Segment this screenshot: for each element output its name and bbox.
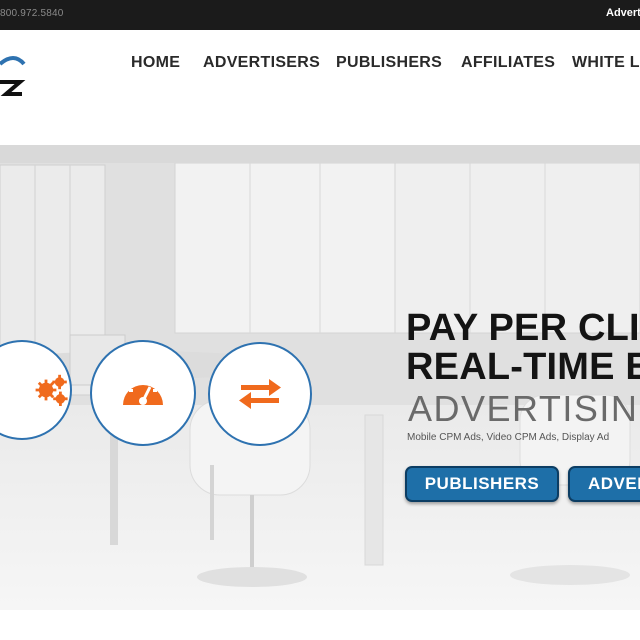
nav-item-white-label[interactable]: WHITE L	[572, 54, 640, 72]
hero-headline-line-1: PAY PER CLIC	[406, 307, 640, 349]
hero-headline-line-2: REAL-TIME E	[406, 346, 640, 388]
publishers-button[interactable]: PUBLISHERS	[405, 466, 559, 502]
phone-number[interactable]: 800.972.5840	[0, 8, 64, 19]
speedometer-icon	[123, 381, 163, 405]
nav-item-affiliates[interactable]: AFFILIATES	[461, 54, 555, 72]
main-nav: HOME ADVERTISERS PUBLISHERS AFFILIATES W…	[0, 54, 640, 74]
feature-transfer-circle	[208, 342, 312, 446]
nav-item-advertisers[interactable]: ADVERTISERS	[203, 54, 320, 72]
transfer-arrows-icon	[239, 379, 281, 409]
advertise-link[interactable]: Advert	[606, 7, 640, 19]
header	[0, 30, 640, 145]
gears-icon	[35, 374, 68, 406]
nav-item-home[interactable]: HOME	[131, 54, 180, 72]
page-bottom	[0, 610, 640, 640]
nav-item-publishers[interactable]: PUBLISHERS	[336, 54, 442, 72]
hero-advertising-word: ADVERTISIN	[408, 388, 639, 429]
top-bar: 800.972.5840 Advert	[0, 0, 640, 30]
feature-speed-circle	[90, 340, 196, 446]
hero-subtitle: Mobile CPM Ads, Video CPM Ads, Display A…	[407, 432, 610, 443]
hero-banner: PAY PER CLIC REAL-TIME E	[0, 145, 640, 610]
advertisers-button[interactable]: ADVER	[568, 466, 640, 502]
